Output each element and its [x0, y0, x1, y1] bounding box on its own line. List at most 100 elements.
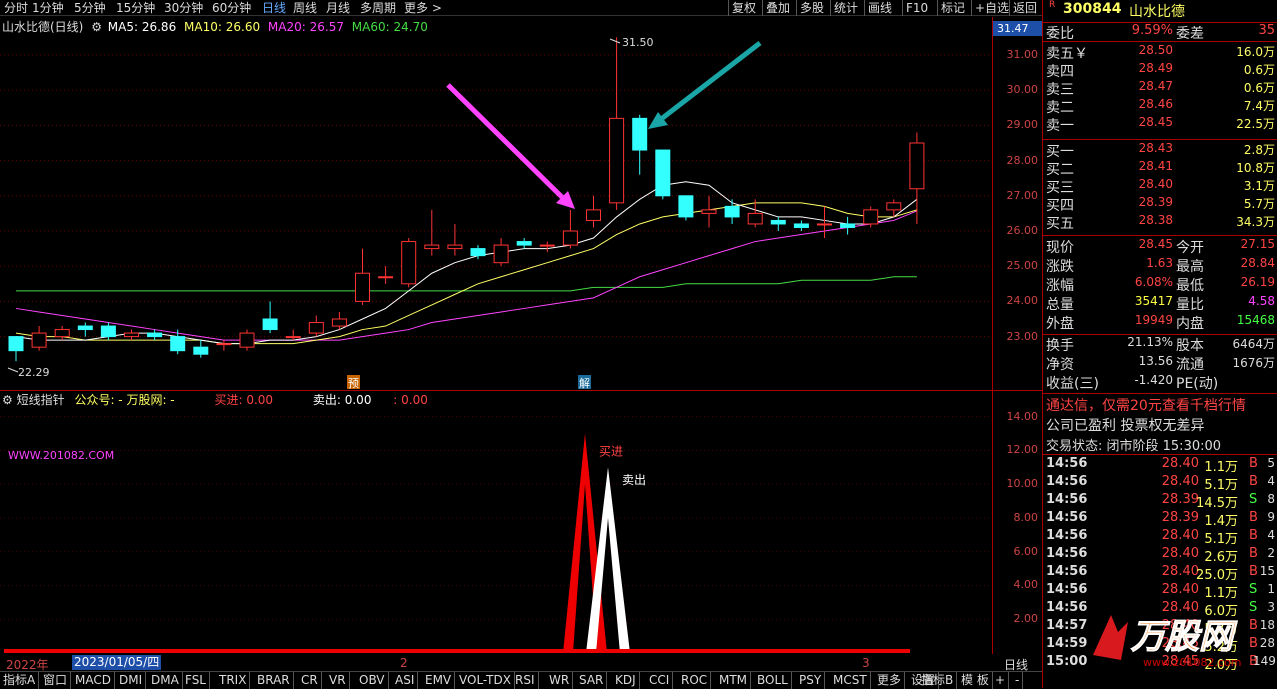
period-tab-60min[interactable]: 60分钟: [212, 0, 251, 16]
candle-body: [747, 212, 763, 225]
indicator-tab-6[interactable]: TRIX: [216, 672, 251, 689]
candle-body: [863, 209, 879, 225]
period-tab-multi[interactable]: 多周期: [360, 0, 396, 16]
indicator-tab-15[interactable]: WR: [546, 672, 574, 689]
stat-value: 1.63: [1146, 256, 1173, 270]
stat-value: 19949: [1134, 313, 1173, 327]
indicator-tick: 14.00: [1006, 409, 1039, 423]
indicator-tab-20[interactable]: MTM: [716, 672, 752, 689]
ad-link[interactable]: 通达信，仅需20元查看千档行情: [1046, 395, 1246, 415]
period-tab-15min[interactable]: 15分钟: [116, 0, 155, 16]
period-tab-1min[interactable]: 1分钟: [32, 0, 64, 16]
indicator-tab-12[interactable]: EMV: [422, 672, 456, 689]
candle-body: [308, 322, 324, 334]
candle-body: [817, 223, 832, 226]
stat-label-2: 最高: [1176, 259, 1204, 275]
indicator-tab-10[interactable]: OBV: [356, 672, 389, 689]
period-tab-fenshi[interactable]: 分时: [4, 0, 28, 16]
stat2-label: 净资: [1046, 357, 1074, 373]
indicator-tab-5[interactable]: FSL: [182, 672, 210, 689]
indicator-tab-3[interactable]: DMI: [116, 672, 147, 689]
indicator-tab-16[interactable]: SAR: [576, 672, 608, 689]
stat-value: 6.08%: [1134, 275, 1173, 289]
candle-body: [54, 329, 70, 338]
logo-arrow-icon: [1093, 615, 1128, 660]
bottom-right-button-0[interactable]: 指标B: [918, 672, 958, 689]
ask-price: 28.46: [1138, 97, 1173, 111]
indicator-tab-14[interactable]: RSI: [512, 672, 539, 689]
indicator-tab-22[interactable]: PSY: [796, 672, 826, 689]
stat2-value-2: 1676万: [1232, 356, 1275, 370]
bottom-right-button-1[interactable]: 模 板: [958, 672, 993, 689]
indicator-tab-17[interactable]: KDJ: [612, 672, 640, 689]
stats-button[interactable]: 统计: [830, 0, 861, 16]
indicator-tab-19[interactable]: ROC: [678, 672, 712, 689]
indicator-tab-7[interactable]: BRAR: [254, 672, 294, 689]
sell-peak-label: 卖出: [622, 473, 646, 487]
current-price-tag: 31.47: [993, 21, 1043, 36]
draw-line-button[interactable]: 画线: [864, 0, 895, 16]
add-watchlist-button[interactable]: +自选: [971, 0, 1012, 16]
baseline-bar: [4, 649, 910, 653]
tick-volume: 5.1万: [1204, 532, 1238, 547]
high-pointer: [609, 38, 621, 44]
stat2-value: 13.56: [1138, 354, 1173, 368]
price-tick: 28.00: [1006, 153, 1039, 167]
date-cursor: 2023/01/05/四: [72, 655, 162, 670]
back-button[interactable]: 返回: [1009, 0, 1040, 16]
tick-time: 14:57: [1046, 618, 1088, 633]
indicator-tab-0[interactable]: 指标A: [0, 672, 40, 689]
mark-button[interactable]: 标记: [937, 0, 968, 16]
tick-count: 9: [1267, 510, 1275, 524]
candlestick-chart[interactable]: 31.50 22.29 预 解: [0, 17, 992, 390]
indicator-tab-13[interactable]: VOL-TDX: [456, 672, 515, 689]
indicator-tab-24[interactable]: 更多: [874, 672, 906, 689]
indicator-tab-2[interactable]: MACD: [72, 672, 115, 689]
logo-subtext: www.201082.com: [1143, 656, 1241, 669]
period-tab-daily[interactable]: 日线: [262, 0, 286, 16]
period-tab-5min[interactable]: 5分钟: [74, 0, 106, 16]
buy-peak-label: 买进: [599, 444, 623, 458]
tick-time: 14:56: [1046, 546, 1088, 561]
stat-label-2: 内盘: [1176, 316, 1204, 332]
bid-label: 买一: [1046, 144, 1074, 160]
indicator-tab-8[interactable]: CR: [298, 672, 322, 689]
candle-body: [539, 244, 555, 247]
yu-marker-text: 预: [348, 377, 359, 390]
indicator-chart[interactable]: 买进卖出: [0, 390, 992, 654]
indicator-tick: 8.00: [1013, 510, 1039, 524]
indicator-tab-9[interactable]: VR: [326, 672, 350, 689]
candle-body: [216, 343, 232, 346]
tick-price: 28.40: [1161, 528, 1199, 543]
stock-name: 山水比德: [1129, 4, 1185, 20]
fuquan-button[interactable]: 复权: [728, 0, 759, 16]
bottom-right-button-2[interactable]: +: [992, 672, 1010, 689]
indicator-tab-23[interactable]: MCST: [830, 672, 871, 689]
multi-stock-button[interactable]: 多股: [796, 0, 827, 16]
bid-price: 28.38: [1138, 213, 1173, 227]
bid-price: 28.43: [1138, 141, 1173, 155]
period-tab-30min[interactable]: 30分钟: [164, 0, 203, 16]
period-tab-more[interactable]: 更多 >: [404, 0, 442, 16]
stat-label: 涨幅: [1046, 278, 1074, 294]
period-tab-weekly[interactable]: 周线: [293, 0, 317, 16]
ma5-line: [15, 181, 918, 345]
candle-body: [562, 230, 578, 246]
price-tick: 24.00: [1006, 294, 1039, 308]
indicator-tab-1[interactable]: 窗口: [40, 672, 72, 689]
period-tab-monthly[interactable]: 月线: [326, 0, 350, 16]
indicator-tab-21[interactable]: BOLL: [754, 672, 792, 689]
f10-button[interactable]: F10: [902, 0, 931, 16]
logo-text: 万股网: [1130, 617, 1238, 657]
ask-volume: 7.4万: [1243, 99, 1275, 113]
stat-value-2: 26.19: [1240, 275, 1275, 289]
bottom-right-button-3[interactable]: -: [1012, 672, 1024, 689]
candle-body: [170, 336, 186, 352]
overlay-button[interactable]: 叠加: [762, 0, 793, 16]
indicator-tab-11[interactable]: ASI: [392, 672, 419, 689]
indicator-tab-18[interactable]: CCI: [646, 672, 674, 689]
candle-body: [701, 209, 717, 214]
indicator-tab-4[interactable]: DMA: [148, 672, 183, 689]
ask-price: 28.49: [1138, 61, 1173, 75]
date-month-3: 3: [862, 656, 870, 670]
